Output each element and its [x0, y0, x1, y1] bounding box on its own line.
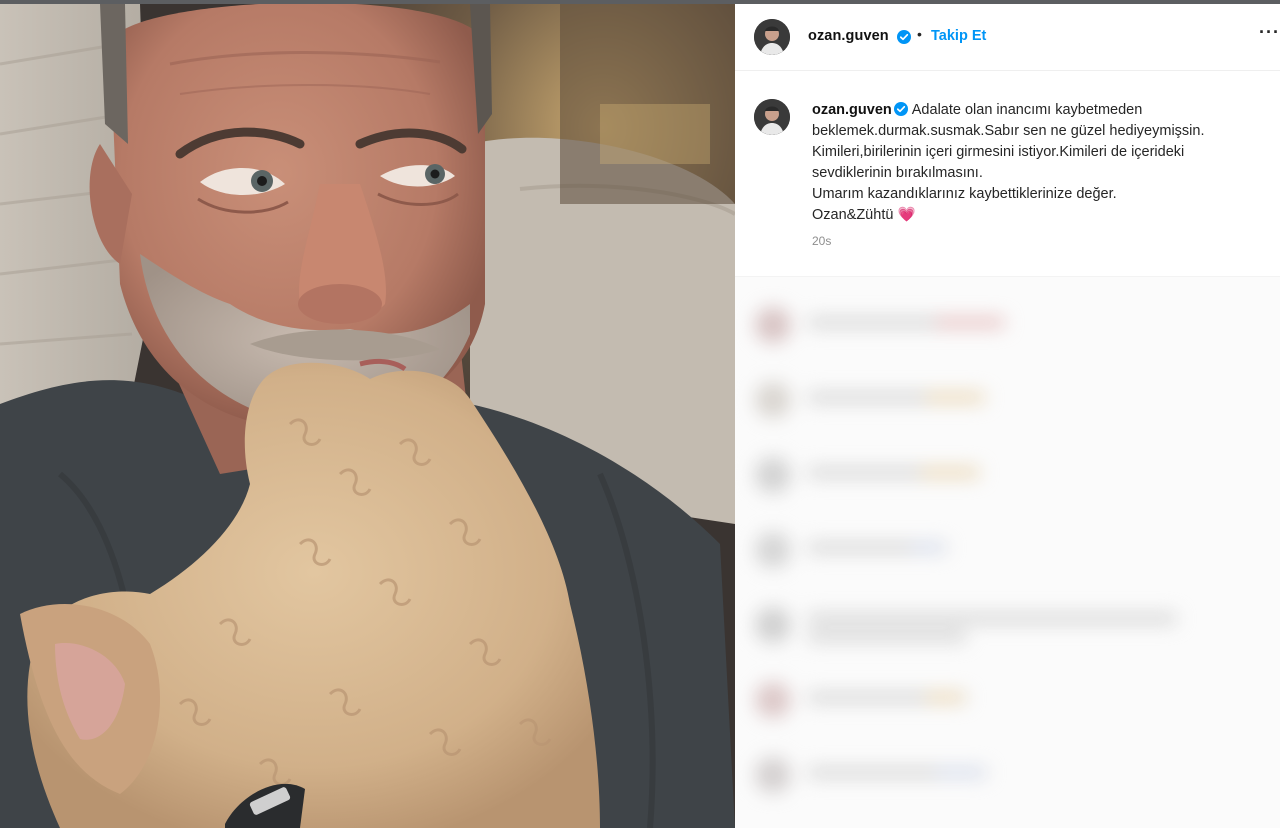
caption-line-6: Ozan&Zühtü 💗 [812, 205, 1262, 226]
caption-line-2: beklemek.durmak.susmak.Sabır sen ne güze… [812, 123, 1205, 139]
post-timestamp[interactable]: 20s [812, 234, 831, 248]
blurred-comments [735, 277, 1280, 828]
post-header: ozan.guven • Takip Et ··· [735, 4, 1280, 71]
instagram-post-window: ozan.guven • Takip Et ··· ozan.guven Ada… [0, 0, 1280, 828]
comments-section-blurred [735, 276, 1280, 828]
comment-row [735, 297, 1280, 357]
comment-row [735, 747, 1280, 807]
caption-line-4: sevdiklerinin bırakılmasını. [812, 165, 983, 181]
comment-row [735, 597, 1280, 657]
verified-badge-icon [893, 102, 908, 116]
caption-text-line: Adalate olan inancımı kaybetmeden [911, 102, 1143, 118]
caption-line-3: Kimileri,birilerinin içeri girmesini ist… [812, 144, 1185, 160]
verified-badge-icon [897, 30, 911, 44]
caption-text: ozan.guven Adalate olan inancımı kaybetme… [812, 100, 1262, 226]
comment-row [735, 672, 1280, 732]
follow-button[interactable]: Takip Et [931, 28, 986, 44]
username[interactable]: ozan.guven [808, 28, 889, 44]
comment-row [735, 447, 1280, 507]
post-side-panel: ozan.guven • Takip Et ··· ozan.guven Ada… [735, 4, 1280, 828]
caption-avatar[interactable] [754, 99, 790, 135]
heart-emoji: 💗 [897, 207, 916, 223]
caption-username[interactable]: ozan.guven [812, 102, 892, 118]
comment-row [735, 522, 1280, 582]
caption-line-1: ozan.guven Adalate olan inancımı kaybetme… [812, 100, 1262, 121]
more-options-icon[interactable]: ··· [1259, 22, 1280, 43]
avatar[interactable] [754, 19, 790, 55]
post-photo[interactable] [0, 4, 735, 828]
caption-line-5: Umarım kazandıklarınız kaybettiklerinize… [812, 186, 1117, 202]
caption-signature: Ozan&Zühtü [812, 207, 894, 223]
separator-dot: • [917, 26, 922, 42]
comment-row [735, 372, 1280, 432]
